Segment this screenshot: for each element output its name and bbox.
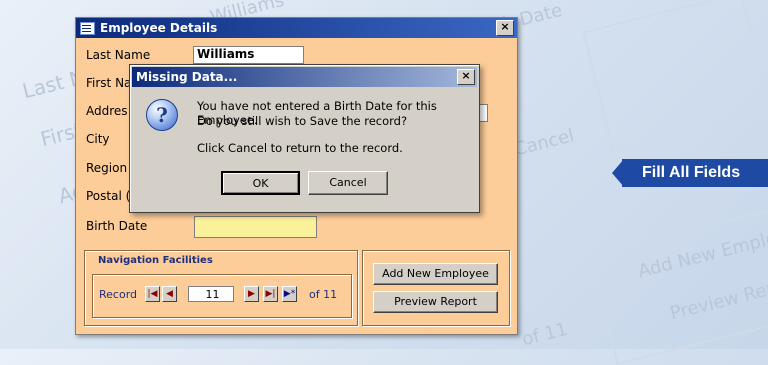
question-icon: ? — [146, 99, 178, 131]
preview-report-button[interactable]: Preview Report — [373, 291, 498, 313]
employee-window-title: Employee Details — [100, 21, 218, 35]
dialog-message-line-3: Click Cancel to return to the record. — [197, 141, 403, 155]
first-record-button[interactable]: |◀ — [145, 286, 160, 302]
next-record-button[interactable]: ▶ — [244, 286, 259, 302]
dialog-title: Missing Data... — [136, 70, 238, 84]
first-name-label: First Na — [86, 76, 132, 90]
postal-code-label: Postal ( — [86, 189, 131, 203]
navigation-facilities-label: Navigation Facilities — [96, 255, 215, 266]
employee-window-close-button[interactable]: × — [496, 20, 514, 36]
dialog-close-button[interactable]: × — [457, 69, 475, 85]
region-label: Region — [86, 161, 128, 175]
birth-date-field[interactable] — [194, 216, 317, 238]
new-record-button[interactable]: ▶* — [282, 286, 297, 302]
address-label: Addres — [86, 104, 128, 118]
city-label: City — [86, 132, 110, 146]
fill-all-fields-badge: Fill All Fields — [622, 159, 768, 187]
current-record-field[interactable]: 11 — [188, 286, 234, 302]
previous-record-button[interactable]: ◀ — [162, 286, 177, 302]
record-count-label: of 11 — [309, 288, 338, 301]
record-label: Record — [99, 288, 138, 301]
cancel-button[interactable]: Cancel — [308, 171, 388, 195]
dialog-message-line-2: Do you still wish to Save the record? — [197, 114, 408, 128]
ghost-cancel: Cancel — [512, 125, 577, 161]
last-name-label: Last Name — [86, 48, 151, 62]
add-new-employee-button[interactable]: Add New Employee — [373, 263, 498, 285]
dialog-titlebar[interactable]: Missing Data... — [132, 67, 477, 87]
ghost-box-right — [582, 0, 768, 152]
employee-window-titlebar[interactable]: Employee Details — [76, 18, 517, 38]
last-record-button[interactable]: ▶| — [263, 286, 278, 302]
birth-date-label: Birth Date — [86, 219, 148, 233]
ok-button[interactable]: OK — [221, 171, 300, 195]
ghost-of-11: of 11 — [520, 318, 570, 351]
actions-frame — [362, 250, 510, 326]
last-name-field[interactable]: Williams — [193, 46, 304, 64]
form-icon — [80, 21, 95, 35]
missing-data-dialog: Missing Data... × ? You have not entered… — [129, 64, 480, 213]
